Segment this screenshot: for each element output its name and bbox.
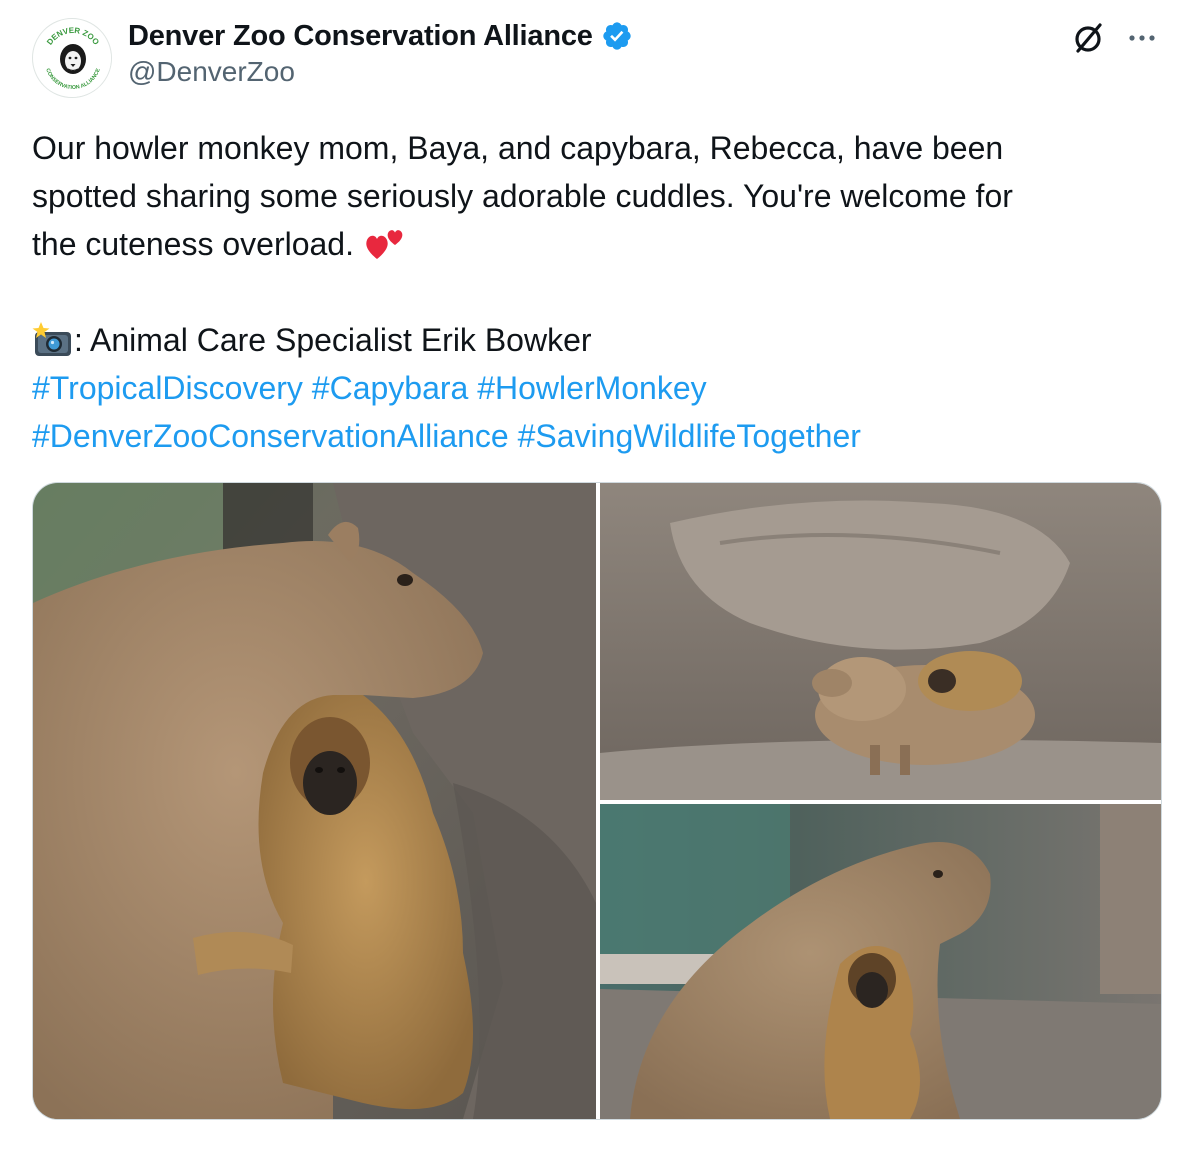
photo-capybara-monkey-in-enclosure[interactable] (600, 804, 1161, 1119)
camera-flash-emoji (32, 322, 71, 356)
tweet-text-line-3-text: the cuteness overload. (32, 226, 363, 262)
capybara-monkey-under-rock-image (600, 483, 1161, 800)
photo-capybara-monkey-under-rock[interactable] (600, 483, 1161, 800)
denver-zoo-logo: DENVER ZOO CONSERVATION ALLIANCE (35, 21, 111, 97)
tweet-text-line-2: spotted sharing some seriously adorable … (32, 178, 1013, 214)
photo-capybara-monkey-closeup[interactable] (33, 483, 596, 1119)
tweet-text-line-1: Our howler monkey mom, Baya, and capybar… (32, 130, 1004, 166)
photo-credit-text: : Animal Care Specialist Erik Bowker (74, 322, 592, 358)
two-hearts-emoji (366, 230, 403, 259)
author-name-row[interactable]: Denver Zoo Conservation Alliance (128, 16, 633, 56)
grok-icon (1075, 23, 1102, 53)
more-icon (1129, 35, 1155, 41)
more-button[interactable] (1120, 18, 1164, 58)
hashtag-denver-zoo-conservation-alliance[interactable]: #DenverZooConservationAlliance (32, 418, 509, 454)
tweet-text: Our howler monkey mom, Baya, and capybar… (32, 124, 1162, 460)
author-handle[interactable]: @DenverZoo (128, 56, 295, 88)
verified-badge-icon (603, 22, 631, 50)
avatar[interactable]: DENVER ZOO CONSERVATION ALLIANCE (32, 18, 112, 98)
hashtag-howler-monkey[interactable]: #HowlerMonkey (477, 370, 706, 406)
hashtag-line-2: #DenverZooConservationAlliance #SavingWi… (32, 412, 1162, 460)
media-grid (32, 482, 1162, 1120)
hashtag-capybara[interactable]: #Capybara (312, 370, 469, 406)
capybara-monkey-in-enclosure-image (600, 804, 1161, 1119)
hashtag-tropical-discovery[interactable]: #TropicalDiscovery (32, 370, 303, 406)
hashtag-line-1: #TropicalDiscovery #Capybara #HowlerMonk… (32, 364, 1162, 412)
capybara-monkey-closeup-image (33, 483, 596, 1119)
author-display-name[interactable]: Denver Zoo Conservation Alliance (128, 20, 593, 53)
grok-button[interactable] (1068, 18, 1108, 58)
tweet-text-line-3: the cuteness overload. (32, 220, 1162, 268)
hashtag-saving-wildlife-together[interactable]: #SavingWildlifeTogether (518, 418, 861, 454)
tweet-credit-line: : Animal Care Specialist Erik Bowker (32, 316, 1162, 364)
